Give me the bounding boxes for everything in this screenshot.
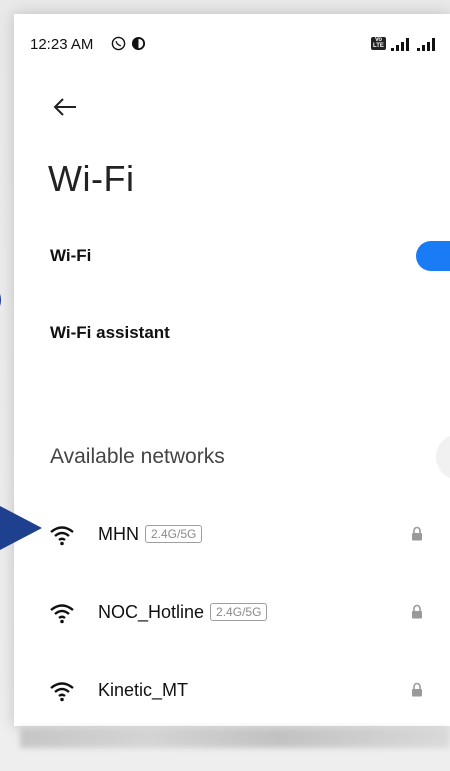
network-item-kinetic-mt[interactable]: Kinetic_MT [14,666,450,726]
network-name-text: MHN [98,524,139,544]
wifi-signal-icon [50,604,74,624]
wifi-toggle-label: Wi-Fi [50,246,92,265]
blurred-bottom-area [20,728,450,748]
wifi-toggle-switch[interactable] [416,241,450,271]
lock-icon [412,682,422,697]
wifi-signal-icon [50,682,74,702]
wifi-assistant-label: Wi-Fi assistant [50,323,170,342]
band-badge: 2.4G/5G [210,603,268,621]
edge-handle [436,434,450,480]
screenshot-stage: 12:23 AM Vo LTE Wi-Fi Wi-Fi Wi-Fi assist… [0,0,450,771]
back-arrow-icon[interactable] [50,92,80,122]
available-networks-header: Available networks [50,445,225,468]
wifi-toggle-row[interactable]: Wi-Fi [50,246,91,266]
signal-icon-1 [391,38,409,51]
network-name-text: NOC_Hotline [98,602,205,622]
app-notification-icon [131,36,146,51]
lock-icon [412,526,422,541]
signal-icon-2 [417,38,435,51]
network-item-mhn[interactable]: MHN 2.4G/5G [14,510,450,570]
network-name-text: Kinetic_MT [98,680,189,700]
whatsapp-icon [111,36,126,51]
wifi-signal-icon [50,526,74,546]
volte-icon: Vo LTE [371,37,386,50]
wifi-assistant-row[interactable]: Wi-Fi assistant [50,323,170,343]
network-name: MHN 2.4G/5G [98,524,203,545]
status-bar: 12:23 AM Vo LTE [14,14,450,72]
lock-icon [412,604,422,619]
annotation-arrow-icon [0,506,42,550]
network-name: Kinetic_MT [98,680,188,701]
page-title: Wi-Fi [48,158,135,199]
status-time: 12:23 AM [30,36,94,53]
phone-screen: 12:23 AM Vo LTE Wi-Fi Wi-Fi Wi-Fi assist… [14,14,450,726]
network-item-noc-hotline[interactable]: NOC_Hotline 2.4G/5G [14,588,450,648]
band-badge: 2.4G/5G [145,525,203,543]
network-name: NOC_Hotline 2.4G/5G [98,602,268,623]
annotation-ring [0,294,1,306]
